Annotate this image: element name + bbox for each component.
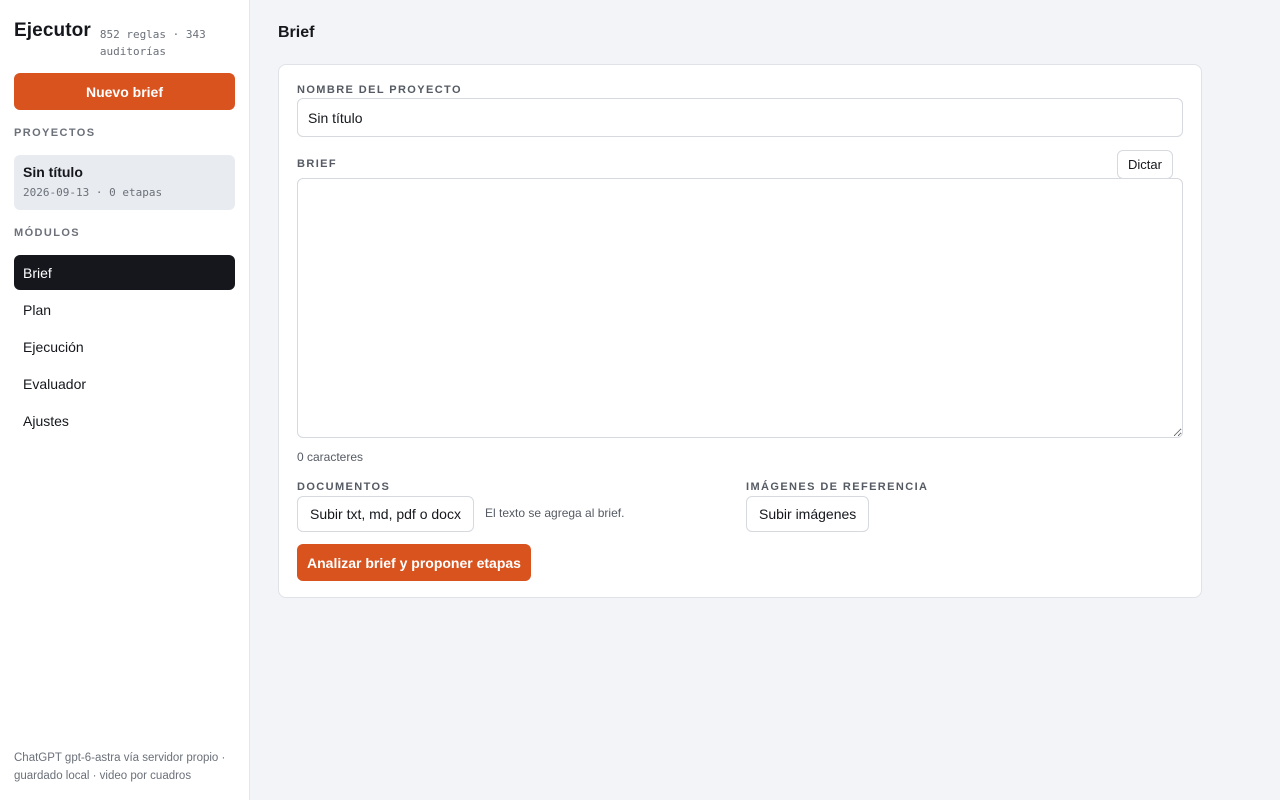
upload-images-button[interactable]: Subir imágenes xyxy=(746,496,870,532)
brand: Ejecutor 852 reglas · 343 auditorías xyxy=(14,20,230,60)
page-title: Brief xyxy=(278,24,315,41)
projects-heading: PROYECTOS xyxy=(14,127,96,139)
new-brief-button[interactable]: Nuevo brief xyxy=(14,73,235,110)
brief-label: BRIEF xyxy=(297,158,337,170)
upload-documents-button[interactable]: Subir txt, md, pdf o docx xyxy=(297,496,474,532)
reference-images-label: IMÁGENES DE REFERENCIA xyxy=(746,481,929,493)
project-name: Sin título xyxy=(23,164,83,180)
project-item[interactable]: Sin título 2026-09-13 · 0 etapas xyxy=(14,155,235,210)
character-count: 0 caracteres xyxy=(297,450,364,464)
sidebar-item-ajustes[interactable]: Ajustes xyxy=(14,403,235,438)
sidebar-item-evaluador[interactable]: Evaluador xyxy=(14,366,235,401)
app-stats: 852 reglas · 343 auditorías xyxy=(99,28,206,58)
sidebar-item-brief[interactable]: Brief xyxy=(14,255,235,290)
app-title: Ejecutor xyxy=(14,20,91,41)
brief-textarea[interactable] xyxy=(297,178,1183,438)
brief-form-card: NOMBRE DEL PROYECTO BRIEF Dictar 0 carac… xyxy=(278,64,1202,598)
sidebar: Ejecutor 852 reglas · 343 auditorías Nue… xyxy=(0,0,250,800)
dictate-button[interactable]: Dictar xyxy=(1117,150,1173,179)
project-name-label: NOMBRE DEL PROYECTO xyxy=(297,84,462,96)
documents-label: DOCUMENTOS xyxy=(297,481,391,493)
sidebar-footer: ChatGPT gpt-6-astra vía servidor propio … xyxy=(14,752,226,782)
sidebar-item-plan[interactable]: Plan xyxy=(14,292,235,327)
analyze-brief-button[interactable]: Analizar brief y proponer etapas xyxy=(297,544,531,581)
project-meta: 2026-09-13 · 0 etapas xyxy=(23,186,163,199)
modules-heading: MÓDULOS xyxy=(14,227,81,239)
project-name-input[interactable] xyxy=(297,98,1183,137)
sidebar-item-ejecucion[interactable]: Ejecución xyxy=(14,329,235,364)
documents-hint: El texto se agrega al brief. xyxy=(485,506,625,520)
modules-nav: Brief Plan Ejecución Evaluador Ajustes xyxy=(14,255,235,440)
